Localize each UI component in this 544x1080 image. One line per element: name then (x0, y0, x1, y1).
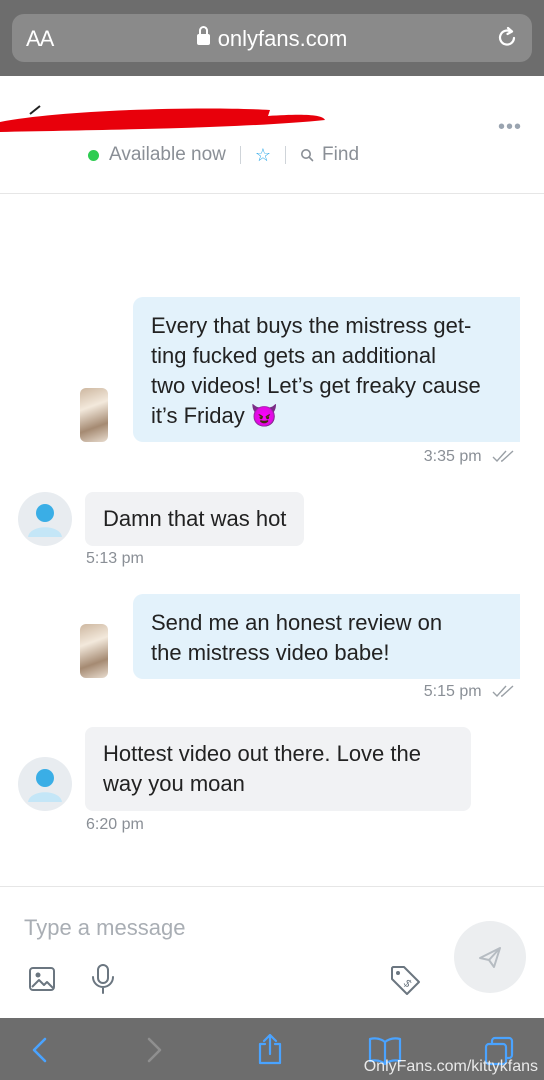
url-text: onlyfans.com (217, 26, 348, 51)
timestamp-text: 3:35 pm (423, 448, 482, 465)
image-icon[interactable] (28, 965, 56, 993)
message-composer: $ (0, 886, 544, 1018)
message-list: Every that buys the mistress get- ting f… (0, 194, 544, 886)
read-receipt-icon (492, 450, 514, 462)
chat-header: ••• Available now ☆ Find (0, 76, 544, 194)
watermark: OnlyFans.com/kittykfans (363, 1058, 538, 1075)
header-status-row: Available now ☆ Find (88, 144, 359, 166)
message-bubble-outgoing[interactable]: Every that buys the mistress get- ting f… (133, 297, 520, 442)
message-line: it’s Friday 😈 (151, 403, 279, 428)
microphone-icon[interactable] (90, 963, 116, 995)
message-line: the mistress video babe! (151, 640, 390, 665)
message-timestamp: 3:35 pm (424, 448, 518, 466)
message-timestamp: 5:13 pm (86, 550, 144, 567)
browser-bottom-bar: OnlyFans.com/kittykfans (0, 1018, 544, 1080)
message-bubble-outgoing[interactable]: Send me an honest review on the mistress… (133, 594, 520, 679)
availability-status: Available now (109, 144, 226, 165)
forward-icon[interactable] (142, 1036, 166, 1064)
redacted-username (0, 105, 325, 132)
reload-icon[interactable] (494, 24, 520, 50)
message-input[interactable] (24, 915, 424, 941)
message-bubble-incoming[interactable]: Hottest video out there. Love the way yo… (85, 727, 471, 811)
search-icon (301, 149, 314, 162)
divider (239, 146, 241, 164)
more-options-icon[interactable]: ••• (498, 116, 522, 139)
find-button[interactable]: Find (300, 144, 359, 166)
message-line: way you moan (103, 771, 245, 796)
read-receipt-icon (492, 685, 514, 697)
send-button[interactable] (454, 921, 526, 993)
url-display: onlyfans.com (12, 26, 532, 52)
sender-thumbnail[interactable] (80, 388, 108, 442)
user-avatar-icon (28, 769, 62, 802)
message-bubble-incoming[interactable]: Damn that was hot (85, 492, 305, 546)
message-line: Send me an honest review on (151, 610, 443, 635)
message-text: Damn that was hot (103, 506, 287, 531)
message-line: ting fucked gets an additional (151, 343, 436, 368)
avatar[interactable] (18, 757, 72, 811)
timestamp-text: 5:15 pm (423, 683, 482, 700)
share-icon[interactable] (256, 1032, 284, 1066)
sender-thumbnail[interactable] (80, 624, 108, 678)
browser-top-bar: AA onlyfans.com (0, 0, 544, 76)
find-label: Find (322, 144, 360, 165)
avatar[interactable] (18, 492, 72, 546)
price-tag-icon[interactable]: $ (388, 963, 422, 997)
online-status-icon (88, 149, 99, 161)
back-icon[interactable] (28, 1036, 52, 1064)
lock-icon (196, 26, 210, 45)
message-timestamp: 6:20 pm (86, 816, 144, 833)
user-avatar-icon (28, 504, 62, 537)
message-line: Every that buys the mistress get- (151, 313, 472, 338)
star-icon[interactable]: ☆ (255, 145, 271, 166)
divider (285, 146, 287, 164)
send-icon (479, 947, 501, 968)
message-line: two videos! Let’s get freaky cause (151, 373, 481, 398)
message-line: Hottest video out there. Love the (103, 741, 421, 766)
message-timestamp: 5:15 pm (424, 683, 518, 701)
address-bar[interactable]: AA onlyfans.com (12, 14, 532, 62)
